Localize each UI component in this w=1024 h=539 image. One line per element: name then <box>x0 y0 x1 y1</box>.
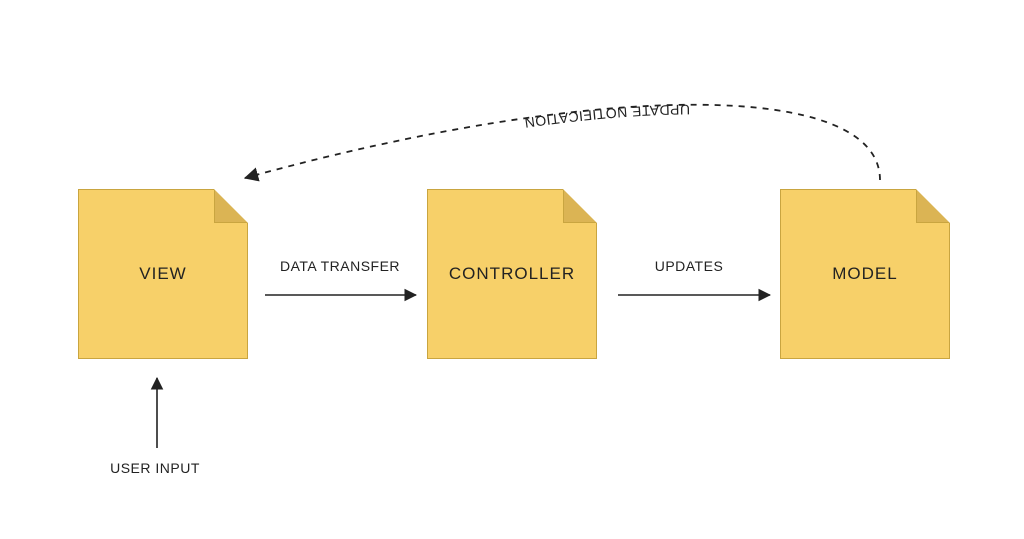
node-view: VIEW <box>78 189 248 359</box>
node-model: MODEL <box>780 189 950 359</box>
arrow-update-notification <box>245 105 880 180</box>
edge-updates-label: UPDATES <box>619 258 759 274</box>
edge-update-notification-label: UPDATE NOTIFICATION <box>523 102 690 132</box>
node-view-label: VIEW <box>79 190 247 358</box>
node-controller: CONTROLLER <box>427 189 597 359</box>
node-model-label: MODEL <box>781 190 949 358</box>
edge-data-transfer-label: DATA TRANSFER <box>260 258 420 274</box>
node-controller-label: CONTROLLER <box>428 190 596 358</box>
edge-user-input-label: USER INPUT <box>85 460 225 476</box>
